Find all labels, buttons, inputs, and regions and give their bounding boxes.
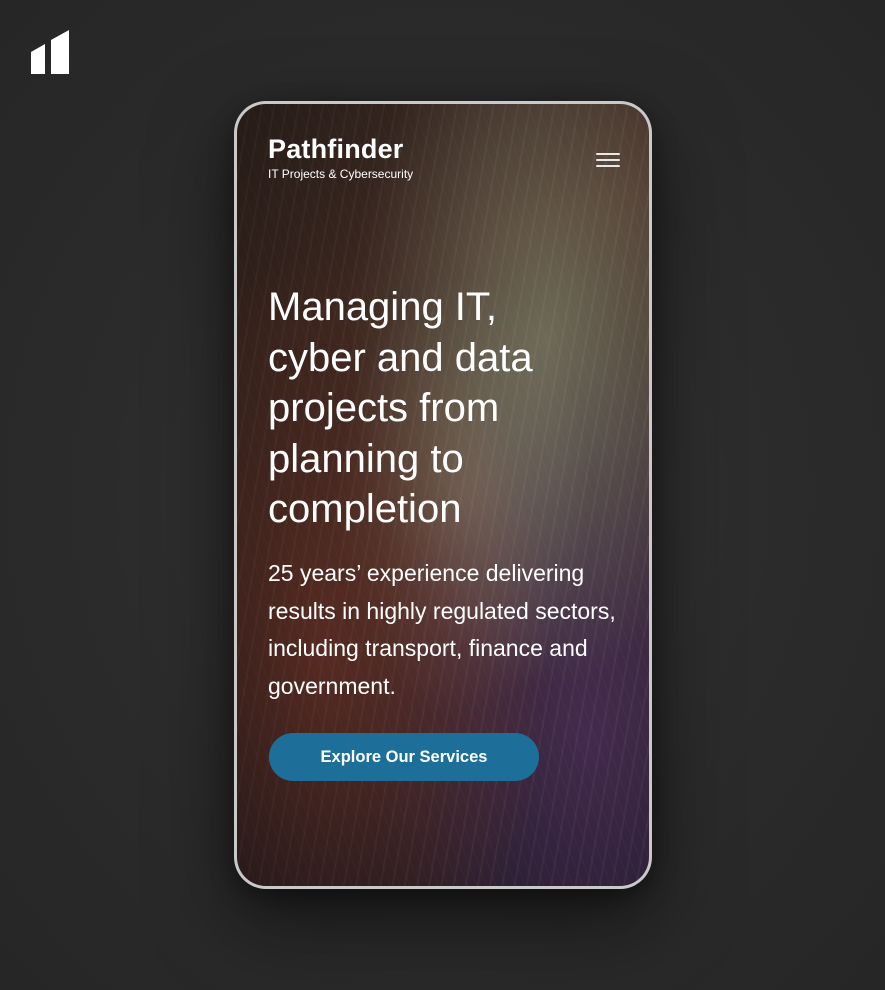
logo-subtitle: IT Projects & Cybersecurity [268, 167, 414, 181]
menu-line [596, 159, 620, 161]
phone-frame: Pathfinder IT Projects & Cybersecurity M… [234, 101, 652, 889]
hero-description: 25 years’ experience delivering results … [268, 560, 616, 699]
hamburger-menu-icon[interactable] [596, 152, 621, 168]
mobile-screen: Pathfinder IT Projects & Cybersecurity M… [237, 104, 649, 886]
menu-line [596, 165, 620, 167]
menu-line [596, 153, 620, 155]
logo-title: Pathfinder [268, 134, 404, 164]
hero-heading: Managing IT, cyber and data projects fro… [268, 285, 533, 531]
site-logo[interactable]: Pathfinder IT Projects & Cybersecurity [268, 134, 413, 182]
explore-services-button[interactable]: Explore Our Services [269, 733, 539, 781]
brand-logo-icon [31, 30, 69, 74]
